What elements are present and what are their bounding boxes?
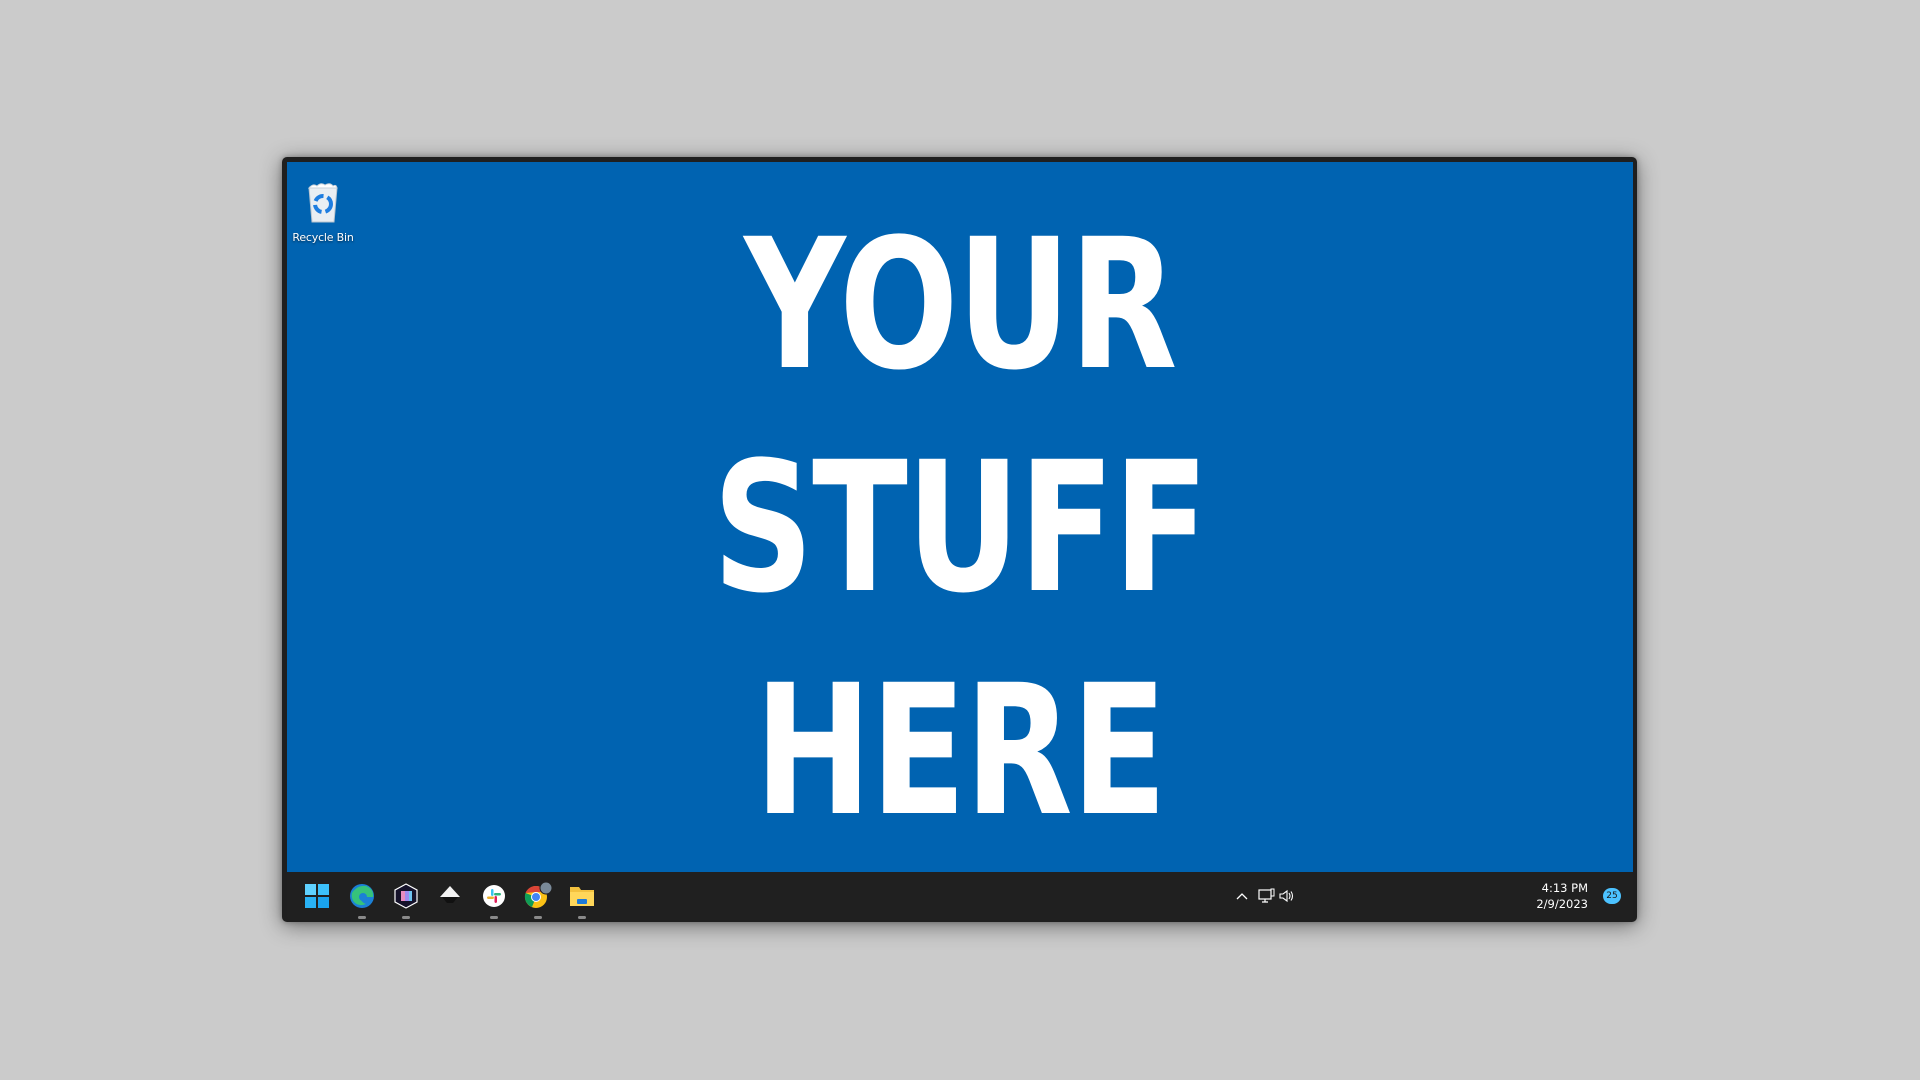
network-icon [1258, 888, 1275, 903]
chevron-up-icon [1236, 893, 1248, 900]
windows-start-icon [305, 884, 329, 908]
monitor-frame: Recycle Bin YOUR STUFF HERE 4:13 PM 2/9/… [282, 157, 1637, 922]
taskbar-chrome[interactable] [522, 880, 554, 919]
running-indicator [534, 916, 542, 919]
edge-icon [350, 884, 374, 908]
clock-time: 4:13 PM [1541, 881, 1588, 895]
recycle-bin-icon [307, 183, 338, 223]
running-indicator [578, 916, 586, 919]
running-indicator [358, 916, 366, 919]
volume-icon [1279, 889, 1294, 903]
clock[interactable]: 4:13 PM 2/9/2023 [1536, 880, 1588, 912]
inkscape-icon [440, 886, 460, 903]
running-indicator [402, 916, 410, 919]
start-button[interactable] [301, 880, 333, 912]
taskbar-edge[interactable] [346, 880, 378, 919]
taskbar: 4:13 PM 2/9/2023 25 [287, 872, 1633, 920]
clock-date: 2/9/2023 [1536, 897, 1588, 911]
folder-icon [570, 887, 594, 906]
desktop-icon-label: Recycle Bin [292, 231, 354, 244]
headline-line-3: HERE [754, 647, 1167, 856]
taskbar-app-3[interactable] [390, 880, 422, 919]
taskbar-slack[interactable] [478, 880, 510, 919]
network-button[interactable] [1258, 872, 1276, 920]
volume-button[interactable] [1279, 872, 1295, 920]
taskbar-file-explorer[interactable] [566, 880, 598, 919]
taskbar-inkscape[interactable] [434, 880, 466, 912]
slack-icon [483, 885, 505, 907]
desktop-icon-recycle-bin[interactable]: Recycle Bin [291, 180, 355, 244]
notification-badge[interactable]: 25 [1603, 888, 1621, 904]
running-indicator [490, 916, 498, 919]
show-hidden-icons-button[interactable] [1235, 872, 1249, 920]
desktop[interactable]: Recycle Bin YOUR STUFF HERE [287, 162, 1633, 872]
headline-line-1: YOUR [744, 201, 1177, 410]
chrome-icon [524, 881, 553, 908]
headline-line-2: STUFF [712, 424, 1209, 633]
hexagon-app-icon [394, 883, 418, 909]
